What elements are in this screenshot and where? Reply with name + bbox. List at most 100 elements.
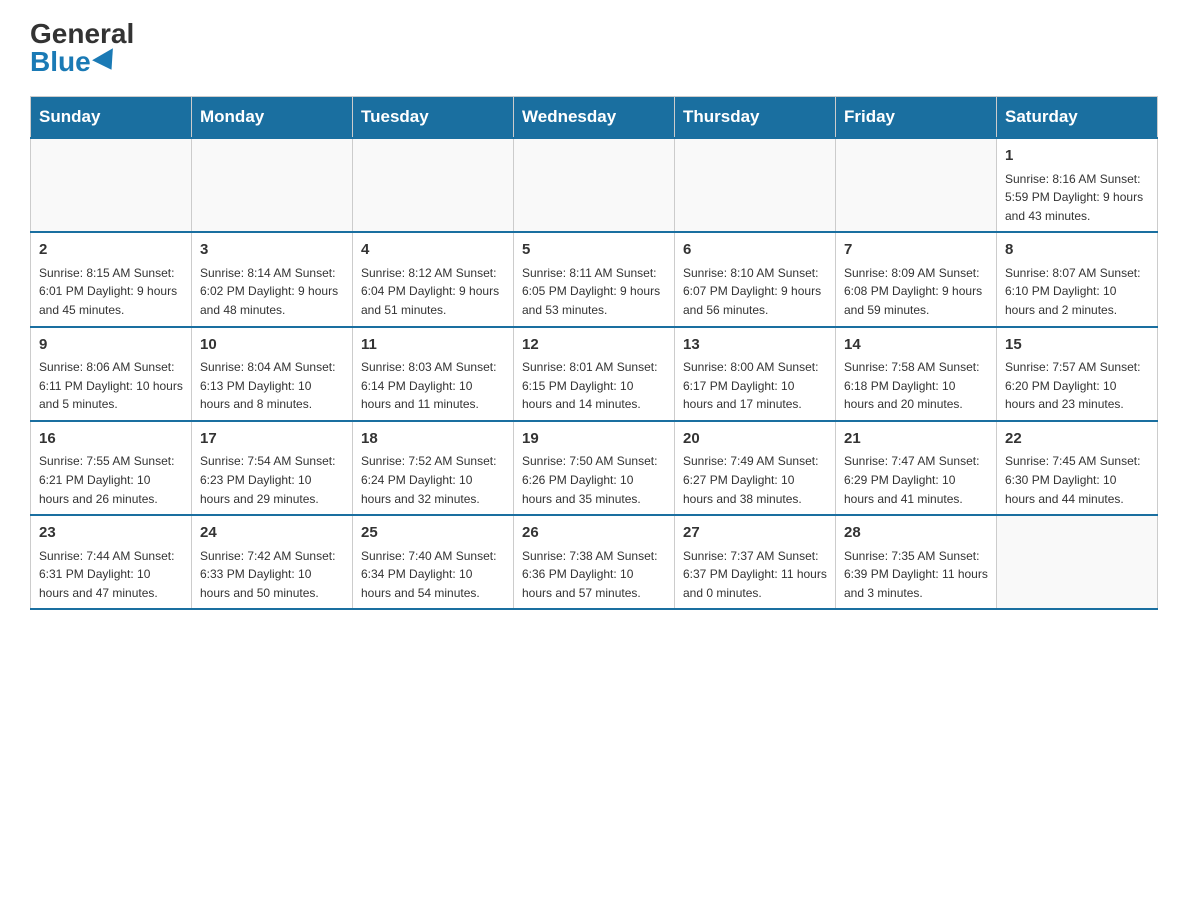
- day-info: Sunrise: 7:50 AM Sunset: 6:26 PM Dayligh…: [522, 452, 666, 508]
- day-of-week-sunday: Sunday: [31, 97, 192, 139]
- calendar-cell: 26Sunrise: 7:38 AM Sunset: 6:36 PM Dayli…: [514, 515, 675, 609]
- day-info: Sunrise: 7:47 AM Sunset: 6:29 PM Dayligh…: [844, 452, 988, 508]
- calendar-cell: 20Sunrise: 7:49 AM Sunset: 6:27 PM Dayli…: [675, 421, 836, 515]
- day-number: 25: [361, 522, 505, 545]
- day-info: Sunrise: 8:00 AM Sunset: 6:17 PM Dayligh…: [683, 358, 827, 414]
- calendar-cell: 18Sunrise: 7:52 AM Sunset: 6:24 PM Dayli…: [353, 421, 514, 515]
- calendar-cell: 1Sunrise: 8:16 AM Sunset: 5:59 PM Daylig…: [997, 138, 1158, 232]
- calendar-cell: [192, 138, 353, 232]
- day-number: 12: [522, 334, 666, 357]
- day-number: 19: [522, 428, 666, 451]
- day-number: 27: [683, 522, 827, 545]
- day-info: Sunrise: 7:45 AM Sunset: 6:30 PM Dayligh…: [1005, 452, 1149, 508]
- day-info: Sunrise: 8:04 AM Sunset: 6:13 PM Dayligh…: [200, 358, 344, 414]
- calendar-cell: 22Sunrise: 7:45 AM Sunset: 6:30 PM Dayli…: [997, 421, 1158, 515]
- day-number: 21: [844, 428, 988, 451]
- calendar-cell: 15Sunrise: 7:57 AM Sunset: 6:20 PM Dayli…: [997, 327, 1158, 421]
- calendar-cell: 4Sunrise: 8:12 AM Sunset: 6:04 PM Daylig…: [353, 232, 514, 326]
- day-info: Sunrise: 7:57 AM Sunset: 6:20 PM Dayligh…: [1005, 358, 1149, 414]
- calendar-week-row: 2Sunrise: 8:15 AM Sunset: 6:01 PM Daylig…: [31, 232, 1158, 326]
- day-info: Sunrise: 7:38 AM Sunset: 6:36 PM Dayligh…: [522, 547, 666, 603]
- day-number: 22: [1005, 428, 1149, 451]
- day-number: 26: [522, 522, 666, 545]
- calendar-cell: 23Sunrise: 7:44 AM Sunset: 6:31 PM Dayli…: [31, 515, 192, 609]
- calendar-cell: [997, 515, 1158, 609]
- calendar-cell: 19Sunrise: 7:50 AM Sunset: 6:26 PM Dayli…: [514, 421, 675, 515]
- logo-arrow-icon: [92, 48, 122, 76]
- day-info: Sunrise: 7:49 AM Sunset: 6:27 PM Dayligh…: [683, 452, 827, 508]
- calendar-cell: 21Sunrise: 7:47 AM Sunset: 6:29 PM Dayli…: [836, 421, 997, 515]
- day-number: 2: [39, 239, 183, 262]
- day-info: Sunrise: 7:54 AM Sunset: 6:23 PM Dayligh…: [200, 452, 344, 508]
- day-number: 16: [39, 428, 183, 451]
- calendar-cell: 25Sunrise: 7:40 AM Sunset: 6:34 PM Dayli…: [353, 515, 514, 609]
- calendar-week-row: 1Sunrise: 8:16 AM Sunset: 5:59 PM Daylig…: [31, 138, 1158, 232]
- day-info: Sunrise: 8:12 AM Sunset: 6:04 PM Dayligh…: [361, 264, 505, 320]
- day-number: 7: [844, 239, 988, 262]
- day-number: 28: [844, 522, 988, 545]
- day-info: Sunrise: 8:15 AM Sunset: 6:01 PM Dayligh…: [39, 264, 183, 320]
- day-info: Sunrise: 8:07 AM Sunset: 6:10 PM Dayligh…: [1005, 264, 1149, 320]
- day-info: Sunrise: 8:10 AM Sunset: 6:07 PM Dayligh…: [683, 264, 827, 320]
- calendar-cell: 10Sunrise: 8:04 AM Sunset: 6:13 PM Dayli…: [192, 327, 353, 421]
- calendar-cell: 2Sunrise: 8:15 AM Sunset: 6:01 PM Daylig…: [31, 232, 192, 326]
- day-number: 6: [683, 239, 827, 262]
- calendar-cell: [675, 138, 836, 232]
- day-number: 15: [1005, 334, 1149, 357]
- calendar-week-row: 16Sunrise: 7:55 AM Sunset: 6:21 PM Dayli…: [31, 421, 1158, 515]
- calendar-cell: 5Sunrise: 8:11 AM Sunset: 6:05 PM Daylig…: [514, 232, 675, 326]
- calendar-cell: 9Sunrise: 8:06 AM Sunset: 6:11 PM Daylig…: [31, 327, 192, 421]
- calendar-week-row: 9Sunrise: 8:06 AM Sunset: 6:11 PM Daylig…: [31, 327, 1158, 421]
- day-info: Sunrise: 7:44 AM Sunset: 6:31 PM Dayligh…: [39, 547, 183, 603]
- day-of-week-saturday: Saturday: [997, 97, 1158, 139]
- day-number: 18: [361, 428, 505, 451]
- calendar-week-row: 23Sunrise: 7:44 AM Sunset: 6:31 PM Dayli…: [31, 515, 1158, 609]
- day-number: 5: [522, 239, 666, 262]
- day-info: Sunrise: 8:11 AM Sunset: 6:05 PM Dayligh…: [522, 264, 666, 320]
- calendar-cell: 7Sunrise: 8:09 AM Sunset: 6:08 PM Daylig…: [836, 232, 997, 326]
- logo-general-text: General: [30, 20, 134, 48]
- calendar-cell: 27Sunrise: 7:37 AM Sunset: 6:37 PM Dayli…: [675, 515, 836, 609]
- calendar-cell: 12Sunrise: 8:01 AM Sunset: 6:15 PM Dayli…: [514, 327, 675, 421]
- calendar-cell: 16Sunrise: 7:55 AM Sunset: 6:21 PM Dayli…: [31, 421, 192, 515]
- day-number: 17: [200, 428, 344, 451]
- day-number: 4: [361, 239, 505, 262]
- calendar-cell: 17Sunrise: 7:54 AM Sunset: 6:23 PM Dayli…: [192, 421, 353, 515]
- day-of-week-wednesday: Wednesday: [514, 97, 675, 139]
- day-info: Sunrise: 7:55 AM Sunset: 6:21 PM Dayligh…: [39, 452, 183, 508]
- calendar-table: SundayMondayTuesdayWednesdayThursdayFrid…: [30, 96, 1158, 610]
- calendar-cell: 3Sunrise: 8:14 AM Sunset: 6:02 PM Daylig…: [192, 232, 353, 326]
- day-info: Sunrise: 7:35 AM Sunset: 6:39 PM Dayligh…: [844, 547, 988, 603]
- day-number: 13: [683, 334, 827, 357]
- day-number: 23: [39, 522, 183, 545]
- logo: General Blue: [30, 20, 134, 76]
- calendar-cell: 24Sunrise: 7:42 AM Sunset: 6:33 PM Dayli…: [192, 515, 353, 609]
- day-info: Sunrise: 7:42 AM Sunset: 6:33 PM Dayligh…: [200, 547, 344, 603]
- calendar-header-row: SundayMondayTuesdayWednesdayThursdayFrid…: [31, 97, 1158, 139]
- calendar-cell: 14Sunrise: 7:58 AM Sunset: 6:18 PM Dayli…: [836, 327, 997, 421]
- day-info: Sunrise: 7:40 AM Sunset: 6:34 PM Dayligh…: [361, 547, 505, 603]
- day-info: Sunrise: 8:14 AM Sunset: 6:02 PM Dayligh…: [200, 264, 344, 320]
- day-number: 11: [361, 334, 505, 357]
- calendar-cell: 13Sunrise: 8:00 AM Sunset: 6:17 PM Dayli…: [675, 327, 836, 421]
- calendar-cell: 8Sunrise: 8:07 AM Sunset: 6:10 PM Daylig…: [997, 232, 1158, 326]
- calendar-cell: 11Sunrise: 8:03 AM Sunset: 6:14 PM Dayli…: [353, 327, 514, 421]
- day-number: 24: [200, 522, 344, 545]
- day-number: 1: [1005, 145, 1149, 168]
- day-number: 9: [39, 334, 183, 357]
- day-info: Sunrise: 8:03 AM Sunset: 6:14 PM Dayligh…: [361, 358, 505, 414]
- day-number: 20: [683, 428, 827, 451]
- calendar-cell: [353, 138, 514, 232]
- day-of-week-thursday: Thursday: [675, 97, 836, 139]
- day-info: Sunrise: 8:06 AM Sunset: 6:11 PM Dayligh…: [39, 358, 183, 414]
- day-info: Sunrise: 7:58 AM Sunset: 6:18 PM Dayligh…: [844, 358, 988, 414]
- day-number: 14: [844, 334, 988, 357]
- day-number: 3: [200, 239, 344, 262]
- day-info: Sunrise: 8:09 AM Sunset: 6:08 PM Dayligh…: [844, 264, 988, 320]
- day-of-week-friday: Friday: [836, 97, 997, 139]
- calendar-cell: [514, 138, 675, 232]
- day-of-week-monday: Monday: [192, 97, 353, 139]
- calendar-cell: 6Sunrise: 8:10 AM Sunset: 6:07 PM Daylig…: [675, 232, 836, 326]
- day-info: Sunrise: 7:52 AM Sunset: 6:24 PM Dayligh…: [361, 452, 505, 508]
- day-number: 8: [1005, 239, 1149, 262]
